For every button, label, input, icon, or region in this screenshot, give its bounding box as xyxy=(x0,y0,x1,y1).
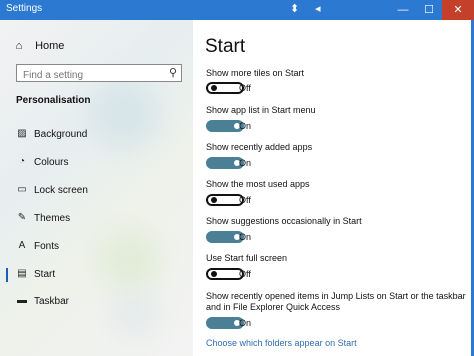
monitor-icon: ▭ xyxy=(17,184,27,195)
toggle-state: Off xyxy=(239,83,251,93)
toggle-state: On xyxy=(239,232,252,242)
setting-most-used: Show the most used apps Off xyxy=(206,179,471,206)
title-bar[interactable]: Settings ⬍ ◂ — ☐ ✕ xyxy=(0,0,474,20)
setting-label: Show suggestions occasionally in Start xyxy=(206,216,362,226)
setting-jump-lists: Show recently opened items in Jump Lists… xyxy=(206,291,471,329)
choose-folders-link[interactable]: Choose which folders appear on Start xyxy=(206,338,357,348)
palette-icon: ◔ xyxy=(18,156,26,167)
setting-label: Show more tiles on Start xyxy=(206,68,305,78)
arrow-icon: ◂ xyxy=(315,3,321,15)
sidebar-item-label: Background xyxy=(34,129,88,140)
search-box[interactable]: ⚲ xyxy=(16,64,182,84)
toggle-state: Off xyxy=(239,195,251,205)
sidebar-item-label: Fonts xyxy=(34,241,60,252)
close-button[interactable]: ✕ xyxy=(442,0,474,20)
setting-label: Show the most used apps xyxy=(206,179,310,189)
toggle-state: Off xyxy=(239,269,251,279)
sidebar-item-colours[interactable]: ◔ Colours xyxy=(0,152,193,174)
sidebar-item-label: Taskbar xyxy=(34,296,70,307)
maximize-button[interactable]: ☐ xyxy=(416,0,442,20)
setting-label: Show app list in Start menu xyxy=(206,105,316,115)
setting-label: Show recently opened items in Jump Lists… xyxy=(206,291,466,312)
setting-suggestions: Show suggestions occasionally in Start O… xyxy=(206,216,471,243)
toggle-state: On xyxy=(239,158,252,168)
window-title: Settings xyxy=(6,3,43,14)
sidebar-item-taskbar[interactable]: ▬ Taskbar xyxy=(0,291,193,313)
sidebar-item-label: Themes xyxy=(34,213,71,224)
font-icon: A xyxy=(18,240,26,251)
setting-full-screen: Use Start full screen Off xyxy=(206,253,471,280)
main-panel: Start Show more tiles on Start Off Show … xyxy=(193,20,474,356)
sidebar-item-lock-screen[interactable]: ▭ Lock screen xyxy=(0,180,193,202)
search-icon[interactable]: ⚲ xyxy=(169,66,177,79)
sidebar-item-themes[interactable]: ✎ Themes xyxy=(0,208,193,230)
drag-handle-icon: ⬍ xyxy=(290,3,300,15)
search-input[interactable] xyxy=(21,67,165,84)
home-icon: ⌂ xyxy=(15,40,23,52)
nav-home[interactable]: ⌂ Home xyxy=(12,40,65,52)
sidebar-item-fonts[interactable]: A Fonts xyxy=(0,236,193,258)
taskbar-icon: ▬ xyxy=(17,295,27,306)
sidebar-item-label: Colours xyxy=(34,157,69,168)
setting-more-tiles: Show more tiles on Start Off xyxy=(206,68,471,94)
section-title: Personalisation xyxy=(16,95,91,106)
sidebar-item-label: Lock screen xyxy=(34,185,88,196)
page-title: Start xyxy=(205,36,246,57)
start-icon: ▤ xyxy=(17,268,27,279)
sidebar: ⌂ Home ⚲ Personalisation ▨ Background ◔ … xyxy=(0,20,193,356)
nav-home-label: Home xyxy=(35,40,65,52)
sidebar-item-start[interactable]: ▤ Start xyxy=(0,264,193,286)
setting-app-list: Show app list in Start menu On xyxy=(206,105,471,132)
brush-icon: ✎ xyxy=(17,212,27,223)
picture-icon: ▨ xyxy=(17,128,27,139)
sidebar-item-label: Start xyxy=(34,269,56,280)
setting-label: Use Start full screen xyxy=(206,253,288,263)
setting-label: Show recently added apps xyxy=(206,142,313,152)
minimize-button[interactable]: — xyxy=(390,0,416,20)
toggle-state: On xyxy=(239,318,252,328)
setting-recently-added: Show recently added apps On xyxy=(206,142,471,169)
sidebar-item-background[interactable]: ▨ Background xyxy=(0,124,193,146)
toggle-state: On xyxy=(239,121,252,131)
